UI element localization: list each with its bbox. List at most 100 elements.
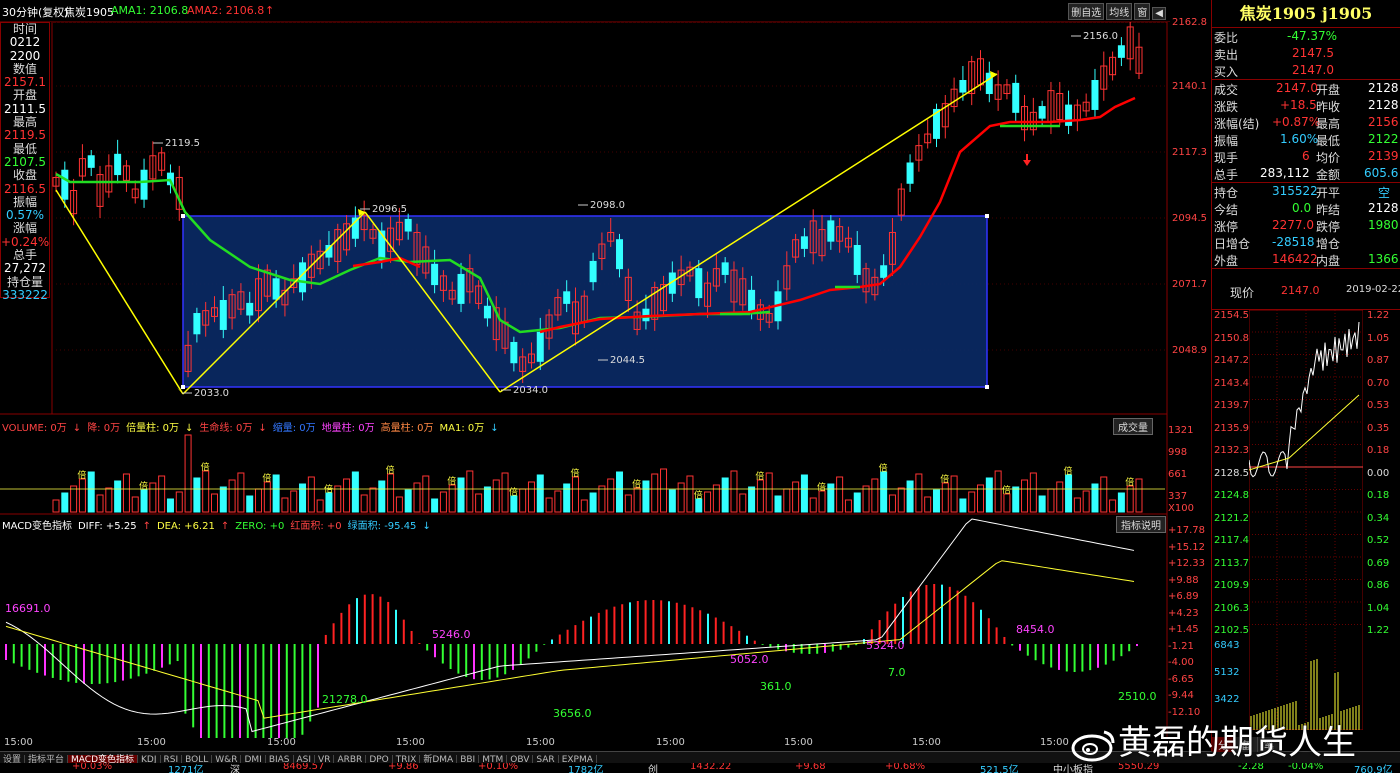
volume-bar xyxy=(475,493,483,513)
intraday-minichart[interactable]: 2154.5 2150.8 2147.2 2143.4 2139.7 2135.9 2132… xyxy=(1212,309,1400,730)
macd-axis-tick: +1.45 xyxy=(1168,624,1199,635)
range-handle[interactable] xyxy=(181,214,185,218)
volume-bar xyxy=(527,481,535,513)
indicator-tab[interactable]: ASI xyxy=(294,755,316,763)
volume-bar xyxy=(387,473,395,513)
macd-axis-tick: +6.89 xyxy=(1168,591,1199,602)
volume-bar xyxy=(158,475,166,513)
volume-bar xyxy=(351,471,359,513)
volume-bar xyxy=(140,489,148,513)
macd-area-label: 7.0 xyxy=(888,666,906,679)
quote-field: 涨幅(结) xyxy=(1214,117,1260,131)
minichart-pct-tick: 0.18 xyxy=(1367,445,1390,456)
volume-axis-tick: X100 xyxy=(1168,503,1194,514)
double-volume-marker: 倍 xyxy=(1064,465,1073,477)
indicator-tab[interactable]: RSI xyxy=(161,755,183,763)
quote-row: 总手 283,112 金额 605.6 xyxy=(1212,165,1400,182)
weibo-logo-icon xyxy=(1071,730,1115,761)
volume-bar xyxy=(105,487,113,513)
range-handle[interactable] xyxy=(181,385,185,389)
symbol-label: 焦炭1905 xyxy=(64,6,114,19)
macd-legend-item: ↓ xyxy=(422,521,431,532)
volume-bar xyxy=(1029,472,1037,513)
indicator-tab[interactable]: BOLL xyxy=(182,755,213,763)
indicator-tab[interactable]: SAR xyxy=(533,755,559,763)
indicator-tab[interactable]: BBI xyxy=(457,755,480,763)
quote-field: 昨结 xyxy=(1316,203,1341,217)
quote-field: 涨停 xyxy=(1214,220,1239,234)
time-axis-tick: 15:00 xyxy=(784,737,813,748)
volume-bar xyxy=(290,490,298,513)
chart-header: 30分钟(复权) 焦炭1905 AMA1: 2106.8 AMA2: 2106.… xyxy=(0,0,1170,22)
remove-watchlist-button[interactable]: 删自选 xyxy=(1068,3,1105,20)
window-button[interactable]: 窗 xyxy=(1134,3,1151,20)
candle-body xyxy=(246,302,254,316)
period-label[interactable]: 30分钟(复权) xyxy=(2,4,69,20)
indicator-tab[interactable]: 指标平台 xyxy=(25,755,69,763)
candle-body xyxy=(140,169,148,200)
volume-legend-item: ↓ xyxy=(490,423,499,434)
volume-bar xyxy=(1082,490,1090,513)
ama2-arrow-icon: ↑ xyxy=(265,4,275,17)
volume-bar xyxy=(748,486,756,513)
indicator-tab[interactable]: 新DMA xyxy=(420,755,458,763)
quote-field: +18.5 xyxy=(1280,98,1317,112)
macd-area-label: 5246.0 xyxy=(432,628,471,641)
volume-bar xyxy=(1038,495,1046,513)
macd-axis-tick: +17.78 xyxy=(1168,525,1206,536)
indicator-tab[interactable]: ARBR xyxy=(334,755,367,763)
indicator-tab[interactable]: W&R xyxy=(212,755,242,763)
macd-legend-item: 红面积: +0 xyxy=(290,521,342,532)
volume-bar xyxy=(166,498,174,513)
volume-bar xyxy=(598,485,606,513)
volume-bar xyxy=(765,472,773,513)
volume-bar xyxy=(985,477,993,513)
quote-field: 涨跌 xyxy=(1214,100,1239,114)
volume-bar xyxy=(483,486,491,513)
indicator-tab[interactable]: MTM xyxy=(479,755,508,763)
indicator-tab[interactable]: OBV xyxy=(507,755,534,763)
minichart-pct-tick: 0.00 xyxy=(1367,467,1390,479)
volume-bar xyxy=(457,477,465,513)
indicator-tab[interactable]: VR xyxy=(315,755,335,763)
ticker-item: 中小板指 xyxy=(1053,765,1093,773)
minichart-pct-tick: 0.52 xyxy=(1367,535,1390,546)
minichart-price-tick: 2143.4 xyxy=(1214,377,1249,389)
price-annotation: 2156.0 xyxy=(1083,31,1118,42)
minichart-pct-tick: 0.53 xyxy=(1367,400,1390,411)
indicator-help-button[interactable]: 指标说明 xyxy=(1116,516,1166,533)
minichart-price-tick: 2106.3 xyxy=(1214,602,1249,614)
quote-field: 2128 xyxy=(1368,98,1399,112)
volume-legend-item: ↓ xyxy=(72,423,82,434)
double-volume-marker: 倍 xyxy=(755,470,764,482)
indicator-tab[interactable]: DMI xyxy=(241,755,266,763)
minichart-price-tick: 2109.9 xyxy=(1214,580,1249,591)
volume-bar xyxy=(228,479,236,513)
quote-field: 成交 xyxy=(1214,83,1239,97)
indicator-tab[interactable]: MACD变色指标 xyxy=(68,755,139,763)
volume-bar xyxy=(272,474,280,513)
volume-bar xyxy=(210,493,218,513)
indicator-tab[interactable]: EXPMA xyxy=(559,755,597,763)
indicator-tab[interactable]: 设置 xyxy=(0,755,26,763)
position-stats: 持仓 315522 开平 空今结 0.0 昨结 2128 涨停 2277.0 跌停 1980 日增仓 -… xyxy=(1212,183,1400,269)
macd-area-label: 16691.0 xyxy=(5,602,51,615)
indicator-tab[interactable]: TRIX xyxy=(393,755,421,763)
ma-toggle-button[interactable]: 均线 xyxy=(1106,3,1133,20)
range-handle[interactable] xyxy=(985,214,989,218)
indicator-tab[interactable]: BIAS xyxy=(266,755,294,763)
volume-bar xyxy=(316,499,324,513)
ticker-item: 1271亿 xyxy=(168,765,204,773)
volume-bar xyxy=(827,483,835,513)
macd-axis-tick: +4.23 xyxy=(1168,607,1199,619)
range-handle[interactable] xyxy=(985,385,989,389)
indicator-tab[interactable]: DPO xyxy=(366,755,393,763)
indicator-tab[interactable]: KDJ xyxy=(138,755,161,763)
macd-area-label: 5052.0 xyxy=(730,653,769,666)
double-volume-marker: 倍 xyxy=(1125,476,1134,488)
volume-bar xyxy=(677,482,685,513)
collapse-button[interactable]: ◀ xyxy=(1152,7,1166,20)
volume-indicator-button[interactable]: 成交量 xyxy=(1113,418,1153,435)
minichart-pct-tick: 0.70 xyxy=(1367,377,1390,389)
volume-bar xyxy=(836,476,844,513)
